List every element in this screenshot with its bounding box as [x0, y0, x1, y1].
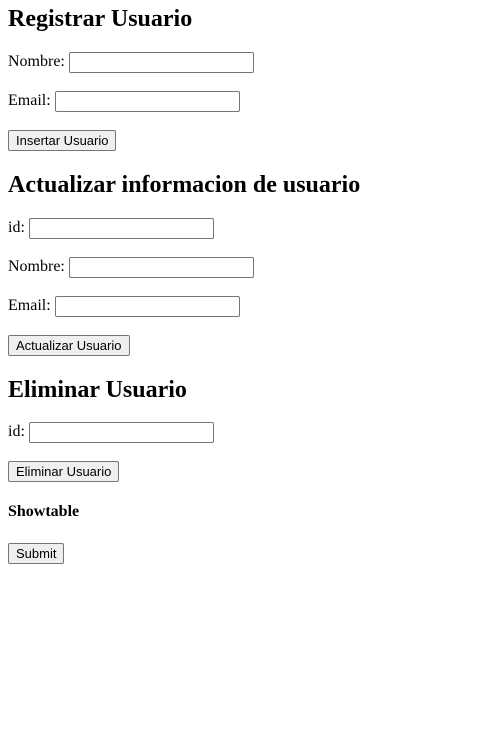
- register-name-input[interactable]: [68, 51, 254, 73]
- submit-button[interactable]: Submit: [8, 543, 65, 564]
- update-name-row: Nombre:: [8, 256, 254, 278]
- update-id-row: id:: [8, 217, 214, 239]
- update-email-row: Email:: [8, 295, 240, 317]
- update-name-input[interactable]: [68, 256, 254, 278]
- register-email-row: Email:: [8, 90, 240, 112]
- update-user-button[interactable]: Actualizar Usuario: [8, 335, 130, 356]
- delete-id-label: id:: [8, 423, 25, 440]
- update-title: Actualizar informacion de usuario: [8, 172, 361, 198]
- update-id-input[interactable]: [28, 217, 214, 239]
- register-email-input[interactable]: [54, 90, 240, 112]
- register-name-label: Nombre:: [8, 53, 65, 70]
- update-name-label: Nombre:: [8, 258, 65, 275]
- register-name-row: Nombre:: [8, 51, 254, 73]
- register-title: Registrar Usuario: [8, 6, 193, 32]
- update-email-label: Email:: [8, 297, 51, 314]
- insert-user-button[interactable]: Insertar Usuario: [8, 130, 117, 151]
- delete-title: Eliminar Usuario: [8, 377, 187, 403]
- delete-id-row: id:: [8, 421, 214, 443]
- showtable-heading: Showtable: [8, 503, 80, 520]
- update-email-input[interactable]: [54, 295, 240, 317]
- delete-id-input[interactable]: [28, 421, 214, 443]
- update-id-label: id:: [8, 219, 25, 236]
- register-email-label: Email:: [8, 92, 51, 109]
- delete-user-button[interactable]: Eliminar Usuario: [8, 461, 120, 482]
